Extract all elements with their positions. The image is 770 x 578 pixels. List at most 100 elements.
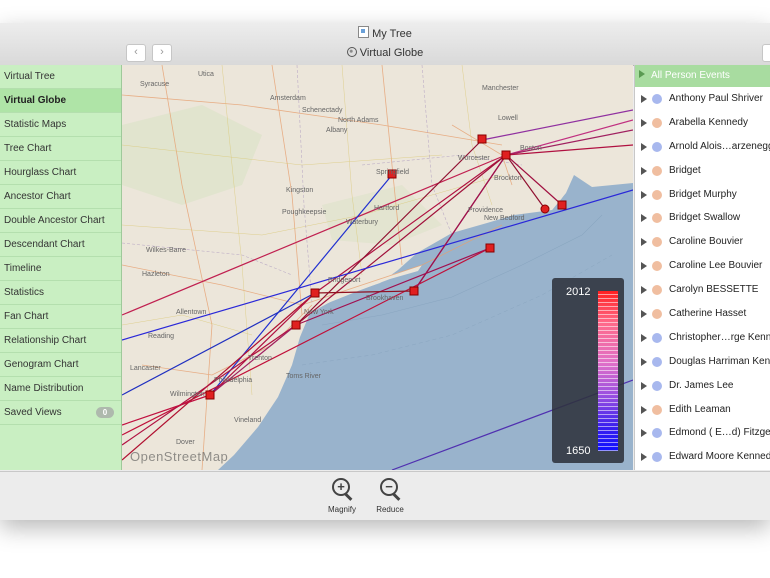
sidebar-item-genogram-chart[interactable]: Genogram Chart <box>0 353 121 377</box>
person-events-list: All Person Events Anthony Paul Shriver Ar… <box>634 65 770 470</box>
sidebar-item-relationship-chart[interactable]: Relationship Chart <box>0 329 121 353</box>
sidebar-item-tree-chart[interactable]: Tree Chart <box>0 137 121 161</box>
disclosure-triangle-icon[interactable] <box>641 453 647 462</box>
person-row[interactable]: Douglas Harriman Kennedy <box>635 350 770 374</box>
person-name: Catherine Hasset <box>669 308 747 320</box>
app-window: My Tree ‹ › Virtual Globe Virtual Tree V… <box>0 23 770 520</box>
event-marker[interactable] <box>557 200 567 210</box>
person-row[interactable]: Christopher…rge Kennedy <box>635 326 770 350</box>
disclosure-triangle-icon[interactable] <box>641 357 647 366</box>
all-person-events-header[interactable]: All Person Events <box>635 65 770 87</box>
sidebar-item-descendant-chart[interactable]: Descendant Chart <box>0 233 121 257</box>
person-row[interactable]: Bridget Swallow <box>635 206 770 230</box>
disclosure-triangle-icon[interactable] <box>641 166 647 175</box>
window-title: My Tree <box>0 26 770 40</box>
map-label-bridgeport: Bridgeport <box>328 277 361 284</box>
person-name: Edward Moore Kennedy <box>669 451 770 463</box>
disclosure-triangle-icon[interactable] <box>641 405 647 414</box>
event-marker[interactable] <box>205 390 215 400</box>
map-label-hazleton: Hazleton <box>142 271 170 278</box>
sidebar-item-timeline[interactable]: Timeline <box>0 257 121 281</box>
map-label-allentown: Allentown <box>176 309 207 316</box>
disclosure-triangle-icon[interactable] <box>641 381 647 390</box>
person-row[interactable]: Carolyn BESSETTE <box>635 278 770 302</box>
person-row[interactable]: Arnold Alois…arzenegger <box>635 135 770 159</box>
map-label-boston: Boston <box>520 145 542 152</box>
person-name: Bridget Swallow <box>669 212 741 224</box>
sidebar-item-saved-views[interactable]: Saved Views 0 <box>0 401 121 425</box>
sidebar-item-double-ancestor-chart[interactable]: Double Ancestor Chart <box>0 209 121 233</box>
female-gender-icon <box>652 165 662 176</box>
person-name: Douglas Harriman Kennedy <box>669 355 770 367</box>
female-gender-icon <box>652 213 662 224</box>
person-list: Anthony Paul Shriver Arabella Kennedy Arno… <box>635 87 770 469</box>
globe-map[interactable]: Syracuse Utica Amsterdam Schenectady Alb… <box>122 65 633 470</box>
event-marker[interactable] <box>540 204 550 214</box>
disclosure-triangle-icon[interactable] <box>641 333 647 342</box>
sidebar-item-statistics[interactable]: Statistics <box>0 281 121 305</box>
map-label-toms-river: Toms River <box>286 373 322 380</box>
toolbar-right-button[interactable] <box>762 44 770 62</box>
map-label-reading: Reading <box>148 333 175 340</box>
person-row[interactable]: Catherine Hasset <box>635 302 770 326</box>
person-row[interactable]: Anthony Paul Shriver <box>635 87 770 111</box>
disclosure-triangle-icon[interactable] <box>641 286 647 295</box>
person-row[interactable]: Caroline Lee Bouvier <box>635 254 770 278</box>
disclosure-triangle-icon[interactable] <box>641 238 647 247</box>
person-row[interactable]: Arabella Kennedy <box>635 111 770 135</box>
person-name: Bridget Murphy <box>669 188 737 200</box>
disclosure-triangle-icon[interactable] <box>641 142 647 151</box>
event-marker[interactable] <box>501 150 511 160</box>
disclosure-triangle-icon[interactable] <box>641 190 647 199</box>
sidebar-item-virtual-globe[interactable]: Virtual Globe <box>0 89 121 113</box>
map-label-trenton: Trenton <box>248 355 272 362</box>
disclosure-triangle-icon[interactable] <box>641 310 647 319</box>
map-label-philadelphia: Philadelphia <box>214 377 253 384</box>
sidebar-item-ancestor-chart[interactable]: Ancestor Chart <box>0 185 121 209</box>
map-label-schenectady: Schenectady <box>302 107 343 114</box>
disclosure-triangle-icon[interactable] <box>641 118 647 127</box>
map-label-vineland: Vineland <box>234 417 262 424</box>
event-marker[interactable] <box>409 286 419 296</box>
person-row[interactable]: Edmond ( E…d) Fitzgerald <box>635 421 770 445</box>
map-label-brookhaven: Brookhaven <box>366 295 404 302</box>
sidebar-item-statistic-maps[interactable]: Statistic Maps <box>0 113 121 137</box>
sidebar-item-name-distribution[interactable]: Name Distribution <box>0 377 121 401</box>
person-row[interactable]: Caroline Bouvier <box>635 230 770 254</box>
disclosure-triangle-icon[interactable] <box>641 214 647 223</box>
person-name: Carolyn BESSETTE <box>669 284 759 296</box>
male-gender-icon <box>652 94 662 104</box>
person-row[interactable]: Edith Leaman <box>635 398 770 422</box>
event-marker[interactable] <box>477 134 487 144</box>
globe-icon <box>346 47 357 57</box>
disclosure-triangle-icon[interactable] <box>641 429 647 438</box>
sidebar-item-virtual-tree[interactable]: Virtual Tree <box>0 65 121 89</box>
bottom-toolbar: + Magnify − Reduce <box>0 471 770 520</box>
disclosure-triangle-icon[interactable] <box>641 95 647 103</box>
event-marker[interactable] <box>291 320 301 330</box>
person-row[interactable]: Dr. James Lee <box>635 374 770 398</box>
event-marker[interactable] <box>485 243 495 253</box>
map-label-dover: Dover <box>176 439 195 446</box>
male-gender-icon <box>652 452 662 463</box>
person-row[interactable]: Bridget <box>635 159 770 183</box>
female-gender-icon <box>652 189 662 200</box>
female-gender-icon <box>652 285 662 296</box>
disclosure-triangle-icon[interactable] <box>641 262 647 271</box>
sidebar-item-hourglass-chart[interactable]: Hourglass Chart <box>0 161 121 185</box>
map-label-utica: Utica <box>198 71 214 78</box>
legend-max-year: 2012 <box>566 286 591 298</box>
person-name: Edith Leaman <box>669 403 731 415</box>
person-row[interactable]: Edward Moore Kennedy <box>635 445 770 469</box>
male-gender-icon <box>652 141 662 152</box>
male-gender-icon <box>652 428 662 439</box>
map-label-kingston: Kingston <box>286 187 314 194</box>
person-row[interactable]: Bridget Murphy <box>635 183 770 207</box>
sidebar-item-fan-chart[interactable]: Fan Chart <box>0 305 121 329</box>
reduce-button[interactable]: − Reduce <box>360 477 420 514</box>
event-marker[interactable] <box>310 288 320 298</box>
map-label-waterbury: Waterbury <box>346 219 379 226</box>
map-label-albany: Albany <box>326 127 348 134</box>
person-name: Anthony Paul Shriver <box>669 93 763 104</box>
person-name: Caroline Lee Bouvier <box>669 260 763 272</box>
